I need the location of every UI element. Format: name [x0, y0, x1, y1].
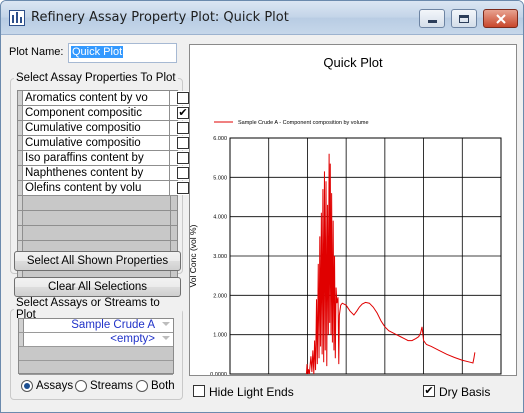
y-tick-label: 3.000	[213, 254, 227, 260]
assay-name[interactable]: Sample Crude A	[25, 319, 155, 331]
radio-label-streams: Streams	[90, 380, 133, 392]
property-checkbox[interactable]: ✔	[177, 107, 189, 119]
property-name[interactable]: Cumulative compositio	[23, 121, 170, 135]
plot-panel: Quick Plot -400-20002004006008001.00e+03…	[189, 44, 517, 376]
row-header[interactable]	[19, 319, 24, 332]
minimize-icon	[427, 20, 437, 23]
minimize-button[interactable]	[419, 9, 445, 28]
property-row[interactable]: Cumulative compositio	[18, 136, 197, 151]
property-checkbox[interactable]	[177, 122, 189, 134]
title-bar[interactable]: Refinery Assay Property Plot: Quick Plot	[1, 1, 523, 35]
radio-label-assays: Assays	[36, 380, 74, 392]
legend-label: Sample Crude A - Component composition b…	[238, 120, 369, 126]
property-name[interactable]: Iso paraffins content by	[23, 151, 170, 165]
property-name[interactable]: Component compositic	[23, 106, 170, 120]
window: Refinery Assay Property Plot: Quick Plot…	[0, 0, 524, 413]
property-row[interactable]: Cumulative compositio	[18, 121, 197, 136]
properties-group-title: Select Assay Properties To Plot	[16, 72, 176, 84]
property-name[interactable]: Olefins content by volu	[23, 181, 170, 195]
property-checkbox[interactable]	[177, 92, 189, 104]
hide-light-ends-label: Hide Light Ends	[209, 385, 294, 399]
property-name[interactable]: Aromatics content by vo	[23, 91, 170, 105]
empty-row	[18, 226, 177, 241]
property-checkbox[interactable]	[177, 182, 189, 194]
maximize-button[interactable]	[451, 9, 477, 28]
dry-basis-label: Dry Basis	[439, 385, 491, 399]
empty-row	[18, 196, 177, 211]
property-checkbox[interactable]	[177, 137, 189, 149]
close-button[interactable]	[483, 9, 518, 28]
property-checkbox[interactable]	[177, 152, 189, 164]
radio-both[interactable]	[136, 380, 148, 392]
property-row[interactable]: Olefins content by volu	[18, 181, 197, 196]
assay-row[interactable]: Sample Crude A	[19, 319, 173, 333]
app-icon	[9, 10, 25, 26]
y-tick-label: 6.000	[213, 136, 227, 142]
hide-light-ends-checkbox[interactable]	[193, 385, 205, 397]
close-icon	[495, 13, 506, 24]
y-tick-label: 1.000	[213, 333, 227, 339]
property-name[interactable]: Cumulative compositio	[23, 136, 170, 150]
select-all-button[interactable]: Select All Shown Properties	[14, 251, 181, 271]
chart-svg: -400-20002004006008001.00e+030.00001.000…	[190, 120, 502, 375]
y-tick-label: 2.000	[213, 293, 227, 299]
property-row[interactable]: Aromatics content by vo	[18, 91, 197, 106]
dry-basis-checkbox[interactable]: ✔	[423, 385, 435, 397]
y-tick-label: 5.000	[213, 175, 227, 181]
property-row[interactable]: Naphthenes content by	[18, 166, 197, 181]
empty-row	[18, 211, 177, 226]
maximize-icon	[459, 14, 469, 23]
property-checkbox[interactable]	[177, 167, 189, 179]
clear-all-button[interactable]: Clear All Selections	[14, 277, 181, 297]
radio-assays[interactable]	[21, 380, 33, 392]
assay-row[interactable]: <empty>	[19, 333, 173, 347]
empty-row	[19, 347, 173, 361]
radio-streams[interactable]	[75, 380, 87, 392]
dropdown-arrow-icon[interactable]	[162, 322, 170, 326]
client-area: Plot Name: Quick Plot Select Assay Prope…	[1, 35, 523, 412]
y-tick-label: 4.000	[213, 215, 227, 221]
property-row[interactable]: Component compositic ✔	[18, 106, 197, 121]
dropdown-arrow-icon[interactable]	[162, 336, 170, 340]
property-row[interactable]: Iso paraffins content by	[18, 151, 197, 166]
empty-row	[19, 361, 173, 375]
assay-name[interactable]: <empty>	[25, 333, 155, 345]
row-header[interactable]	[19, 333, 24, 346]
plot-name-value: Quick Plot	[71, 46, 124, 58]
y-tick-label: 0.0000	[210, 372, 227, 375]
plot-name-label: Plot Name:	[9, 46, 64, 58]
y-axis-label: Vol Conc (vol %)	[190, 224, 198, 287]
window-title: Refinery Assay Property Plot: Quick Plot	[31, 10, 289, 25]
assays-grid[interactable]: Sample Crude A <empty>	[18, 318, 174, 375]
property-name[interactable]: Naphthenes content by	[23, 166, 170, 180]
radio-label-both: Both	[151, 380, 175, 392]
plot-name-input[interactable]: Quick Plot	[68, 43, 177, 63]
